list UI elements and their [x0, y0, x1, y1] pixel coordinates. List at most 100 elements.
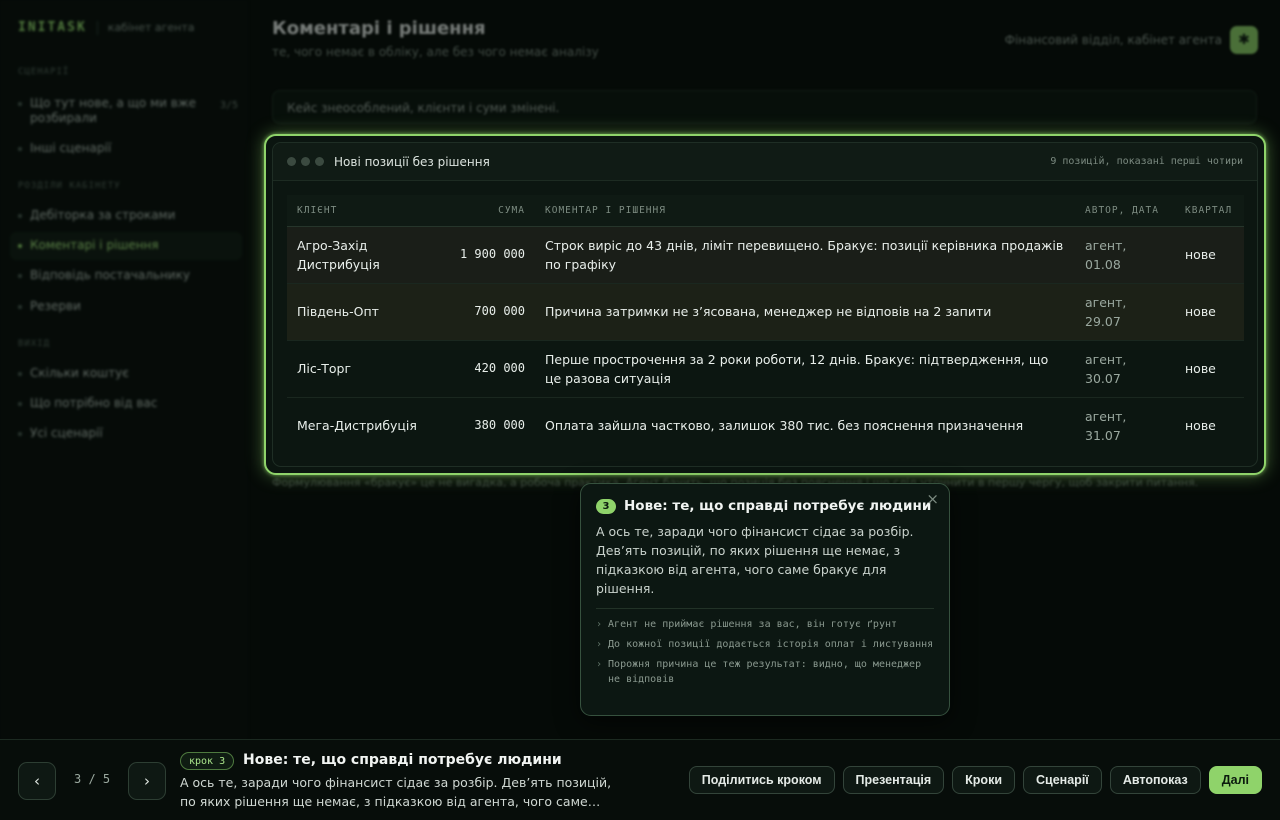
table-row[interactable]: Мега-Дистрибуція 380 000 Оплата зайшла ч… — [287, 397, 1244, 454]
cell-quarter: нове — [1185, 418, 1216, 434]
sidebar-item-other-scenarios[interactable]: Інші сценарії — [18, 141, 238, 156]
cell-amount: 700 000 — [435, 283, 535, 341]
page-subtitle: те, чого немає в обліку, але без чого не… — [272, 45, 599, 59]
bullet-icon — [18, 147, 22, 151]
step-title: Нове: те, що справді потребує людини — [243, 752, 562, 768]
tour-bar: ‹ 3 / 5 › крок 3 Нове: те, що справді по… — [0, 739, 1280, 820]
table-row[interactable]: Південь-Опт 700 000 Причина затримки не … — [287, 283, 1244, 341]
chevron-right-icon: › — [144, 772, 150, 790]
sidebar-item-requirements[interactable]: Що потрібно від вас — [18, 396, 238, 411]
card-title: Нові позиції без рішення — [334, 154, 490, 169]
column-header-client[interactable]: КЛІЄНТ — [287, 195, 435, 227]
cell-client: Мега-Дистрибуція — [297, 418, 417, 434]
table-row[interactable]: Ліс-Торг 420 000 Перше прострочення за 2… — [287, 340, 1244, 398]
brand-logo[interactable]: INITASK — [18, 20, 87, 35]
chevron-right-icon: › — [596, 639, 603, 650]
cell-comment: Перше прострочення за 2 роки роботи, 12 … — [535, 340, 1075, 398]
sidebar: INITASK кабінет агента СЦЕНАРІЇ Що тут н… — [0, 0, 248, 740]
sidebar-item-label: Скільки коштує — [30, 366, 129, 380]
sidebar-item-label: Що тут нове, а що ми вже розбирали — [30, 96, 197, 125]
sidebar-item-label: Дебіторка за строками — [30, 208, 176, 222]
next-button[interactable]: Далі — [1208, 766, 1262, 794]
list-item: › До кожної позиції додається історія оп… — [596, 637, 934, 652]
step-counter: 3 / 5 — [74, 772, 111, 786]
step-description: А ось те, заради чого фінансист сідає за… — [180, 775, 612, 809]
column-header-amount[interactable]: СУМА — [435, 195, 535, 227]
chevron-right-icon: › — [596, 619, 603, 630]
cell-client: Агро-Захід Дистрибуція — [287, 226, 435, 284]
bullet-icon — [18, 372, 22, 376]
cell-amount: 380 000 — [474, 418, 525, 433]
presentation-button[interactable]: Презентація — [842, 766, 945, 794]
list-item: › Агент не приймає рішення за вас, він г… — [596, 617, 934, 632]
window-dots-icon — [287, 157, 324, 166]
bullet-icon — [18, 214, 22, 218]
sidebar-item-whats-new[interactable]: Що тут нове, а що ми вже розбирали 3/5 — [18, 96, 238, 126]
scenarios-button[interactable]: Сценарії — [1023, 766, 1102, 794]
card-header: Нові позиції без рішення 9 позицій, пока… — [273, 143, 1257, 181]
brand-divider — [96, 20, 98, 35]
page-title: Коментарі і рішення — [272, 18, 486, 39]
bullet-text: Агент не приймає рішення за вас, він гот… — [608, 619, 898, 630]
bullet-icon — [18, 305, 22, 309]
department-label: Фінансовий відділ, кабінет агента — [1004, 33, 1222, 47]
bullet-icon — [18, 432, 22, 436]
tooltip-bullets: › Агент не приймає рішення за вас, він г… — [596, 617, 934, 687]
cell-amount: 420 000 — [435, 340, 535, 398]
sidebar-item-all-scenarios[interactable]: Усі сценарії — [18, 426, 238, 441]
share-step-button[interactable]: Поділитись кроком — [688, 766, 835, 794]
bullet-icon — [18, 102, 22, 106]
table-header-row: КЛІЄНТ СУМА КОМЕНТАР І РІШЕННЯ АВТОР, ДА… — [287, 195, 1244, 227]
cell-amount: 1 900 000 — [435, 226, 535, 284]
sidebar-section-title: СЦЕНАРІЇ — [18, 67, 70, 77]
notice-banner: Кейс знеособлений, клієнти і суми змінен… — [272, 90, 1257, 124]
table-row[interactable]: Агро-Захід Дистрибуція 1 900 000 Строк в… — [287, 226, 1244, 284]
sidebar-item-cost[interactable]: Скільки коштує — [18, 366, 238, 381]
cell-author: агент, 30.07 — [1075, 340, 1175, 398]
prev-step-button[interactable]: ‹ — [18, 762, 56, 800]
sidebar-item-reserves[interactable]: Резерви — [18, 299, 238, 314]
cell-author: агент, 01.08 — [1075, 226, 1175, 284]
column-header-quarter[interactable]: КВАРТАЛ — [1175, 195, 1244, 227]
cell-author: агент, 29.07 — [1075, 283, 1175, 341]
tooltip-body: А ось те, заради чого фінансист сідає за… — [596, 524, 914, 596]
chevron-right-icon: › — [596, 659, 603, 670]
bullet-icon — [18, 402, 22, 406]
chevron-left-icon: ‹ — [34, 772, 40, 790]
tooltip-header: 3 Нове: те, що справді потребує людини — [596, 498, 934, 514]
cell-quarter: нове — [1175, 226, 1244, 284]
sidebar-section-title: РОЗДІЛИ КАБІНЕТУ — [18, 181, 121, 191]
sidebar-item-label: Інші сценарії — [30, 141, 112, 155]
sidebar-item-label: Резерви — [30, 299, 81, 313]
column-header-comment[interactable]: КОМЕНТАР І РІШЕННЯ — [535, 195, 1075, 227]
bullet-icon — [18, 244, 22, 248]
cell-comment: Строк виріс до 43 днів, ліміт перевищено… — [535, 226, 1075, 284]
cell-comment: Причина затримки не з’ясована, менеджер … — [535, 283, 1075, 341]
autoplay-button[interactable]: Автопоказ — [1109, 766, 1201, 794]
sidebar-item-supplier-reply[interactable]: Відповідь постачальнику — [18, 268, 238, 283]
cell-quarter: нове — [1175, 283, 1244, 341]
sidebar-item-label: Відповідь постачальнику — [30, 268, 190, 282]
sidebar-section-title: ВИХІД — [18, 339, 51, 349]
sidebar-item-receivables[interactable]: Дебіторка за строками — [18, 208, 238, 223]
card-meta: 9 позицій, показані перші чотири — [1050, 156, 1243, 167]
cell-client: Південь-Опт — [287, 283, 435, 341]
next-step-button[interactable]: › — [128, 762, 166, 800]
agent-icon[interactable]: ✱ — [1230, 26, 1258, 54]
brand-subtitle: кабінет агента — [107, 21, 195, 34]
step-badge: крок 3 — [180, 752, 235, 770]
tour-actions: Поділитись кроком Презентація Кроки Сцен… — [688, 766, 1262, 794]
cell-quarter: нове — [1175, 340, 1244, 398]
tooltip-title: Нове: те, що справді потребує людини — [624, 498, 932, 514]
cell-author: агент, 31.07 — [1085, 408, 1127, 443]
cell-client: Ліс-Торг — [287, 340, 435, 398]
list-item: › Порожня причина це теж результат: видн… — [596, 657, 934, 687]
sidebar-item-label: Усі сценарії — [30, 426, 103, 440]
close-icon[interactable]: × — [926, 490, 939, 508]
sidebar-item-comments[interactable]: Коментарі і рішення — [18, 238, 238, 253]
bullet-icon — [18, 274, 22, 278]
divider — [596, 608, 934, 609]
sidebar-item-label: Що потрібно від вас — [30, 396, 158, 410]
steps-button[interactable]: Кроки — [952, 766, 1016, 794]
column-header-author[interactable]: АВТОР, ДАТА — [1075, 195, 1175, 227]
